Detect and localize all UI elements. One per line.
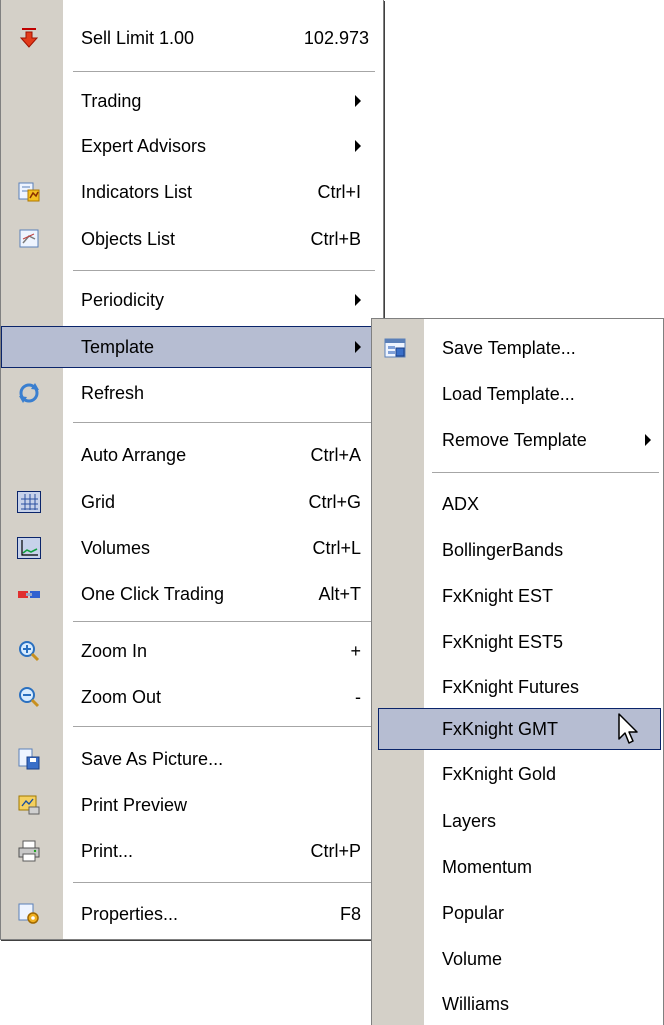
submenu-item-remove-template[interactable]: Remove Template bbox=[372, 419, 663, 461]
mouse-cursor-icon bbox=[617, 712, 641, 753]
menu-item-trading[interactable]: Trading bbox=[1, 80, 383, 122]
menu-item-sell-limit[interactable]: Sell Limit 1.00 102.973 bbox=[1, 17, 383, 59]
template-item[interactable]: FxKnight EST5 bbox=[372, 621, 663, 663]
menu-separator bbox=[73, 422, 375, 423]
template-item[interactable]: ADX bbox=[372, 483, 663, 525]
menu-item-periodicity[interactable]: Periodicity bbox=[1, 279, 383, 321]
menu-separator bbox=[73, 71, 375, 72]
template-item[interactable]: FxKnight EST bbox=[372, 575, 663, 617]
menu-item-grid[interactable]: Grid Ctrl+G bbox=[1, 481, 383, 523]
template-item[interactable]: Popular bbox=[372, 892, 663, 934]
template-item[interactable]: Volume bbox=[372, 938, 663, 980]
chart-context-menu: Sell Limit 1.00 102.973 Trading Expert A… bbox=[0, 0, 384, 940]
menu-item-properties[interactable]: Properties... F8 bbox=[1, 893, 383, 935]
save-template-icon bbox=[383, 337, 407, 359]
refresh-icon bbox=[17, 382, 41, 404]
indicators-list-icon bbox=[17, 181, 41, 203]
submenu-arrow-icon bbox=[645, 434, 651, 446]
submenu-arrow-icon bbox=[355, 341, 361, 353]
menu-item-auto-arrange[interactable]: Auto Arrange Ctrl+A bbox=[1, 434, 383, 476]
submenu-arrow-icon bbox=[355, 95, 361, 107]
sell-arrow-icon bbox=[17, 27, 41, 49]
menu-item-print[interactable]: Print... Ctrl+P bbox=[1, 830, 383, 872]
template-item[interactable]: BollingerBands bbox=[372, 529, 663, 571]
menu-separator bbox=[73, 882, 375, 883]
submenu-item-save-template[interactable]: Save Template... bbox=[372, 327, 663, 369]
template-item[interactable]: FxKnight Futures bbox=[372, 666, 663, 708]
submenu-arrow-icon bbox=[355, 140, 361, 152]
menu-separator bbox=[73, 270, 375, 271]
menu-item-template[interactable]: Template bbox=[1, 326, 383, 368]
template-submenu: Save Template... Load Template... Remove… bbox=[371, 318, 664, 1025]
menu-item-refresh[interactable]: Refresh bbox=[1, 372, 383, 414]
objects-list-icon bbox=[17, 228, 41, 250]
menu-item-objects-list[interactable]: Objects List Ctrl+B bbox=[1, 218, 383, 260]
menu-item-zoom-in[interactable]: Zoom In + bbox=[1, 630, 383, 672]
print-preview-icon bbox=[17, 794, 41, 816]
template-item[interactable]: FxKnight Gold bbox=[372, 753, 663, 795]
zoom-out-icon bbox=[17, 686, 41, 708]
one-click-trading-icon bbox=[17, 583, 41, 605]
sell-limit-price: 102.973 bbox=[303, 27, 369, 48]
menu-item-save-as-picture[interactable]: Save As Picture... bbox=[1, 738, 383, 780]
template-item[interactable]: Momentum bbox=[372, 846, 663, 888]
menu-separator bbox=[432, 472, 659, 473]
zoom-in-icon bbox=[17, 640, 41, 662]
menu-item-volumes[interactable]: Volumes Ctrl+L bbox=[1, 527, 383, 569]
template-item[interactable]: Layers bbox=[372, 800, 663, 842]
menu-item-print-preview[interactable]: Print Preview bbox=[1, 784, 383, 826]
volumes-icon bbox=[17, 537, 41, 559]
template-item[interactable]: Williams bbox=[372, 983, 663, 1025]
menu-separator bbox=[73, 726, 375, 727]
save-picture-icon bbox=[17, 748, 41, 770]
menu-item-indicators-list[interactable]: Indicators List Ctrl+I bbox=[1, 171, 383, 213]
grid-icon bbox=[17, 491, 41, 513]
submenu-item-load-template[interactable]: Load Template... bbox=[372, 373, 663, 415]
properties-icon bbox=[17, 903, 41, 925]
submenu-arrow-icon bbox=[355, 294, 361, 306]
menu-item-one-click-trading[interactable]: One Click Trading Alt+T bbox=[1, 573, 383, 615]
menu-item-zoom-out[interactable]: Zoom Out - bbox=[1, 676, 383, 718]
printer-icon bbox=[17, 840, 41, 862]
menu-separator bbox=[73, 621, 375, 622]
menu-item-expert-advisors[interactable]: Expert Advisors bbox=[1, 125, 383, 167]
